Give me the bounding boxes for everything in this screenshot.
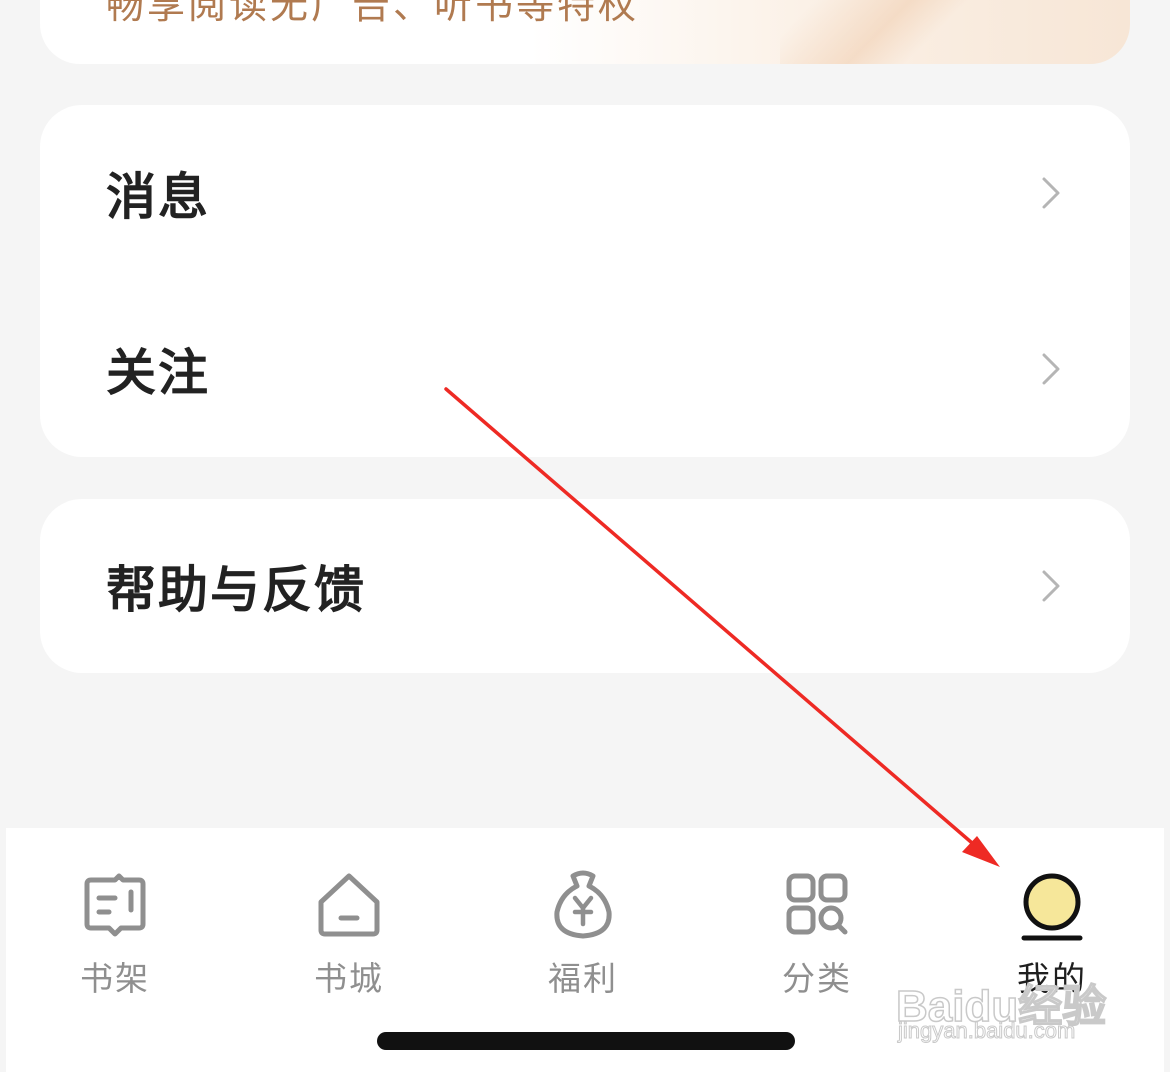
chevron-right-icon bbox=[1042, 353, 1060, 385]
vip-promo-card[interactable]: 畅享阅读无广告、听书等特权 bbox=[40, 0, 1130, 64]
tab-label: 我的 bbox=[1017, 959, 1087, 998]
menu-item-label: 关注 bbox=[106, 344, 210, 402]
menu-item-messages[interactable]: 消息 bbox=[40, 105, 1130, 281]
tab-welfare[interactable]: 福利 bbox=[503, 858, 663, 998]
menu-item-label: 消息 bbox=[106, 168, 210, 226]
tab-label: 书城 bbox=[314, 959, 384, 998]
tab-category[interactable]: 分类 bbox=[737, 858, 897, 998]
tab-label: 书架 bbox=[80, 959, 150, 998]
bookshelf-icon bbox=[84, 873, 146, 937]
menu-item-help-feedback[interactable]: 帮助与反馈 bbox=[40, 499, 1130, 673]
profile-avatar-icon bbox=[1021, 873, 1083, 941]
tab-label: 分类 bbox=[782, 959, 852, 998]
money-bag-icon bbox=[554, 870, 612, 939]
home-icon bbox=[318, 873, 380, 937]
promo-decoration bbox=[780, 0, 1020, 64]
menu-item-label: 帮助与反馈 bbox=[106, 561, 366, 619]
menu-card-primary: 消息 关注 bbox=[40, 105, 1130, 457]
promo-text: 畅享阅读无广告、听书等特权 bbox=[106, 0, 640, 27]
tab-bookstore[interactable]: 书城 bbox=[269, 858, 429, 998]
tab-mine[interactable]: 我的 bbox=[972, 858, 1132, 998]
tab-bookshelf[interactable]: 书架 bbox=[35, 858, 195, 998]
menu-item-follow[interactable]: 关注 bbox=[40, 281, 1130, 457]
tab-label: 福利 bbox=[548, 959, 618, 998]
menu-card-help: 帮助与反馈 bbox=[40, 499, 1130, 673]
home-indicator bbox=[377, 1032, 795, 1050]
category-grid-icon bbox=[786, 873, 848, 935]
chevron-right-icon bbox=[1042, 570, 1060, 602]
chevron-right-icon bbox=[1042, 177, 1060, 209]
